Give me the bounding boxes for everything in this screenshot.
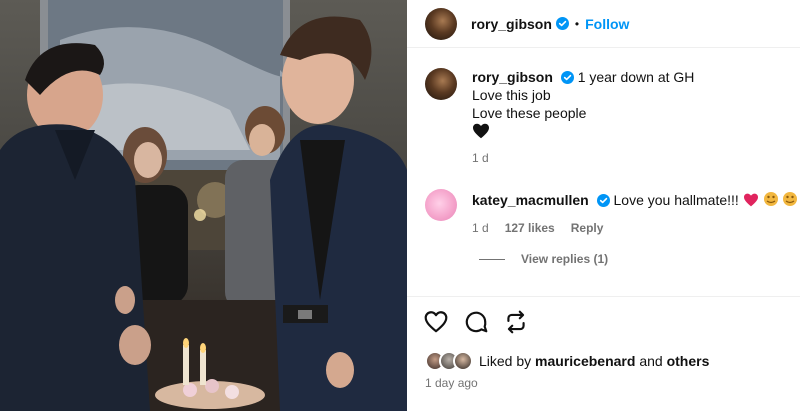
post-side-panel: rory_gibson • Follow rory_gibson 1 year … <box>407 0 800 411</box>
like-heart-icon[interactable] <box>423 309 449 335</box>
post-photo[interactable] <box>0 0 407 411</box>
caption-avatar[interactable] <box>425 68 457 100</box>
action-bar <box>423 309 529 335</box>
liked-by-row: Liked by mauricebenard and others <box>425 351 709 371</box>
repost-icon[interactable] <box>503 309 529 335</box>
comment-item: katey_macmullen Love you hallmate!!! 1 d… <box>425 189 798 237</box>
liked-by-and: and <box>639 353 663 369</box>
liked-by-user[interactable]: mauricebenard <box>535 353 635 369</box>
comment-body: katey_macmullen Love you hallmate!!! 1 d… <box>472 189 798 237</box>
red-heart-icon <box>743 193 758 207</box>
caption-line-3: Love these people <box>472 105 587 121</box>
hands-emoji-icon <box>783 192 798 206</box>
liked-by-prefix: Liked by <box>479 353 532 369</box>
black-heart-icon <box>473 123 489 139</box>
caption-comment: rory_gibson 1 year down at GH Love this … <box>425 68 694 167</box>
caption-body: rory_gibson 1 year down at GH Love this … <box>472 68 694 167</box>
black-heart-emoji <box>472 123 694 143</box>
comment-icon[interactable] <box>463 309 489 335</box>
caption-line-2: Love this job <box>472 87 551 103</box>
separator-dot: • <box>574 16 580 31</box>
comment-text: Love you hallmate!!! <box>613 192 739 208</box>
verified-icon <box>596 194 610 207</box>
verified-icon <box>555 17 569 30</box>
comments-list[interactable]: rory_gibson 1 year down at GH Love this … <box>407 56 800 296</box>
author-avatar[interactable] <box>425 7 457 40</box>
view-replies-button[interactable]: View replies (1) <box>479 252 608 266</box>
reply-button[interactable]: Reply <box>571 219 604 237</box>
view-replies-label: View replies (1) <box>521 252 609 266</box>
follow-button[interactable]: Follow <box>585 16 629 32</box>
post-header: rory_gibson • Follow <box>407 0 800 48</box>
verified-icon <box>560 71 574 84</box>
post-timestamp: 1 day ago <box>425 376 478 390</box>
caption-meta: 1 d <box>472 149 694 167</box>
commenter-username[interactable]: katey_macmullen <box>472 192 589 208</box>
commenter-avatar[interactable] <box>425 189 457 221</box>
header-name-row: rory_gibson • Follow <box>471 16 629 32</box>
liked-by-others[interactable]: others <box>667 353 710 369</box>
caption-author[interactable]: rory_gibson <box>472 69 553 85</box>
liker-avatar <box>453 351 473 371</box>
comment-meta: 1 d 127 likes Reply <box>472 219 798 237</box>
hands-emoji-icon <box>763 192 778 206</box>
comment-likes[interactable]: 127 likes <box>505 219 555 237</box>
comment-time: 1 d <box>472 221 489 235</box>
caption-line-1: 1 year down at GH <box>577 69 695 85</box>
view-replies-line <box>479 258 505 260</box>
author-username[interactable]: rory_gibson <box>471 16 552 32</box>
photo-scene <box>0 0 407 411</box>
liker-avatars[interactable] <box>425 351 473 371</box>
actions-divider <box>407 296 800 297</box>
caption-time: 1 d <box>472 151 489 165</box>
